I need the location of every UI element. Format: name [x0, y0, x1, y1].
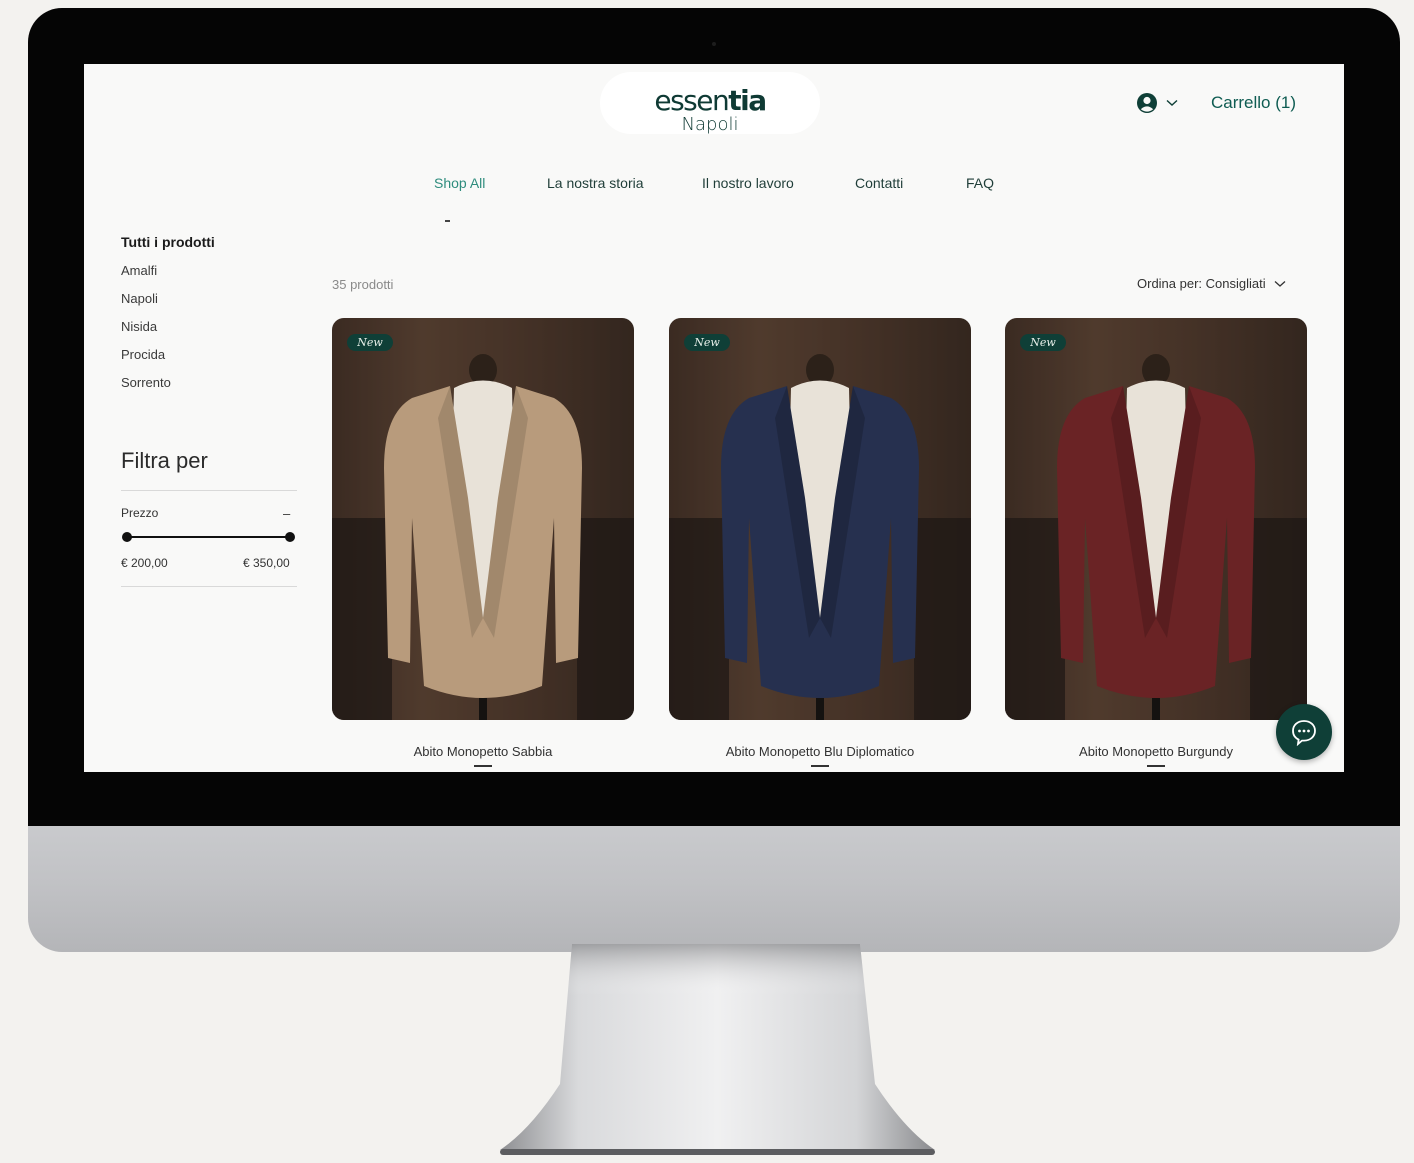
product-name[interactable]: Abito Monopetto Blu Diplomatico	[669, 744, 971, 759]
site-logo[interactable]: essentia Napoli	[600, 86, 820, 134]
account-menu[interactable]	[1136, 92, 1178, 114]
price-slider-max-handle[interactable]	[285, 532, 295, 542]
chat-bubble-icon	[1292, 720, 1316, 746]
nav-item-la-nostra-storia[interactable]: La nostra storia	[547, 175, 644, 191]
category-item-procida[interactable]: Procida	[121, 347, 171, 375]
monitor-stand	[500, 944, 935, 1155]
category-item-amalfi[interactable]: Amalfi	[121, 263, 171, 291]
category-item-napoli[interactable]: Napoli	[121, 291, 171, 319]
jacket-on-mannequin-illustration	[669, 318, 971, 720]
user-circle-icon	[1137, 93, 1157, 113]
filter-divider-top	[121, 490, 297, 491]
price-max-value: € 350,00	[243, 556, 290, 570]
logo-wordmark-bold: tia	[728, 84, 767, 117]
nav-item-il-nostro-lavoro[interactable]: Il nostro lavoro	[702, 175, 794, 191]
product-name[interactable]: Abito Monopetto Burgundy	[1005, 744, 1307, 759]
price-filter-label[interactable]: Prezzo	[121, 506, 158, 520]
categories-title[interactable]: Tutti i prodotti	[121, 234, 215, 250]
category-item-nisida[interactable]: Nisida	[121, 319, 171, 347]
price-filter-collapse-toggle[interactable]: –	[283, 506, 290, 521]
chat-button[interactable]	[1276, 704, 1332, 760]
product-count: 35 prodotti	[332, 277, 394, 292]
product-card[interactable]: New Abito Monopetto Blu Diplomatico	[669, 318, 971, 767]
filter-divider-bottom	[121, 586, 297, 587]
chevron-down-icon	[1166, 99, 1178, 106]
price-min-value: € 200,00	[121, 556, 168, 570]
product-image[interactable]: New	[1005, 318, 1307, 720]
price-placeholder-dash	[474, 765, 492, 767]
product-image[interactable]: New	[669, 318, 971, 720]
new-badge: New	[1020, 334, 1066, 351]
product-card[interactable]: New Abito Monopetto Burgundy	[1005, 318, 1307, 767]
chevron-down-icon	[1274, 280, 1286, 287]
category-item-sorrento[interactable]: Sorrento	[121, 375, 171, 403]
new-badge: New	[347, 334, 393, 351]
sort-label: Ordina per: Consigliati	[1137, 276, 1266, 291]
price-placeholder-dash	[811, 765, 829, 767]
category-list: Amalfi Napoli Nisida Procida Sorrento	[121, 263, 171, 403]
price-placeholder-dash	[1147, 765, 1165, 767]
price-slider-track[interactable]	[127, 536, 290, 538]
logo-subtitle: Napoli	[681, 114, 739, 135]
monitor-chin	[28, 826, 1400, 952]
filter-title: Filtra per	[121, 448, 208, 473]
browser-screen: essentia Napoli Carrello (1) Shop All La…	[84, 64, 1344, 772]
price-slider-min-handle[interactable]	[122, 532, 132, 542]
nav-active-indicator	[445, 220, 450, 222]
nav-item-faq[interactable]: FAQ	[966, 175, 994, 191]
cart-link[interactable]: Carrello (1)	[1211, 93, 1296, 113]
sort-dropdown[interactable]: Ordina per: Consigliati	[1137, 276, 1286, 291]
nav-item-shop-all[interactable]: Shop All	[434, 175, 485, 191]
main-nav: Shop All La nostra storia Il nostro lavo…	[84, 175, 1344, 195]
nav-item-contatti[interactable]: Contatti	[855, 175, 903, 191]
camera-dot	[712, 42, 716, 46]
logo-wordmark-light: essen	[654, 84, 729, 117]
product-card[interactable]: New Abito Monopetto Sabbia	[332, 318, 634, 767]
product-image[interactable]: New	[332, 318, 634, 720]
product-name[interactable]: Abito Monopetto Sabbia	[332, 744, 634, 759]
jacket-on-mannequin-illustration	[1005, 318, 1307, 720]
new-badge: New	[684, 334, 730, 351]
jacket-on-mannequin-illustration	[332, 318, 634, 720]
